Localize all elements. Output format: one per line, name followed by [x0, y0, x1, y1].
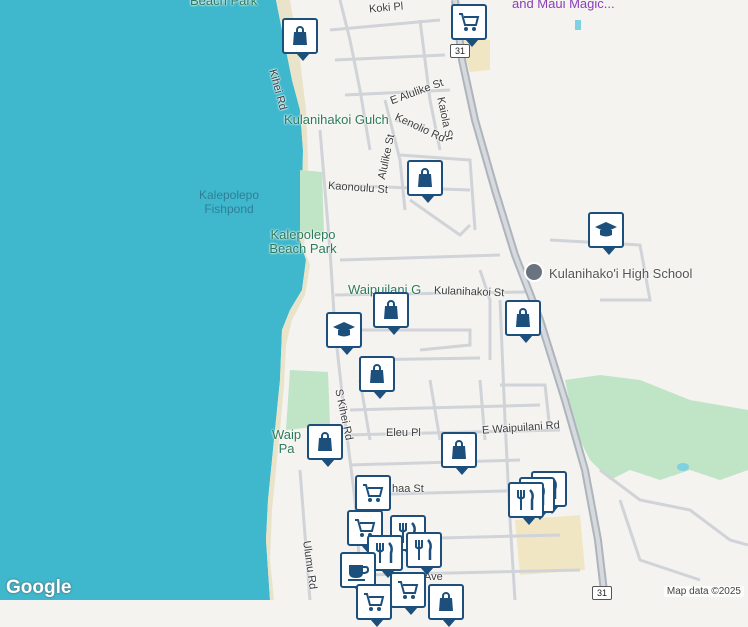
marker-shopping-bag[interactable]: [441, 432, 477, 475]
school-icon: [595, 222, 617, 237]
cafe-icon: [348, 565, 370, 581]
marker-school[interactable]: [588, 212, 624, 255]
marker-school[interactable]: [326, 312, 362, 355]
label-kulanihakoi-st: Kulanihakoi St: [433, 284, 505, 300]
label-beach-park-top: Beach Park: [190, 0, 258, 8]
label-kulanihakoi-high-school[interactable]: Kulanihako'i High School: [549, 266, 692, 281]
marker-shopping-bag[interactable]: [428, 584, 464, 627]
marker-restaurant[interactable]: [508, 482, 544, 525]
marker-shopping-cart[interactable]: [390, 572, 426, 615]
shopping-bag-icon: [370, 364, 384, 383]
shopping-bag-icon: [418, 168, 432, 187]
google-logo: Google: [6, 577, 72, 598]
shopping-bag-icon: [516, 308, 530, 327]
shopping-cart-icon: [459, 13, 480, 31]
shopping-bag-icon: [318, 432, 332, 451]
label-haa-st: haa St: [392, 483, 424, 495]
shopping-cart-icon: [398, 581, 419, 599]
pond-north: [575, 20, 581, 30]
school-dot-icon[interactable]: [524, 262, 544, 282]
marker-shopping-bag[interactable]: [505, 300, 541, 343]
marker-cafe[interactable]: [340, 552, 376, 595]
shopping-cart-icon: [363, 484, 384, 502]
restaurant-icon: [517, 489, 534, 510]
marker-restaurant[interactable]: [406, 532, 442, 575]
shopping-bag-icon: [293, 26, 307, 45]
marker-shopping-bag[interactable]: [407, 160, 443, 203]
marker-shopping-bag[interactable]: [373, 292, 409, 335]
marker-shopping-bag[interactable]: [307, 424, 343, 467]
marker-shopping-bag[interactable]: [282, 18, 318, 61]
label-maui-magic[interactable]: and Maui Magic...: [512, 0, 615, 11]
shopping-cart-icon: [364, 593, 385, 611]
map-data-attribution[interactable]: Map data ©2025: [663, 586, 744, 597]
restaurant-icon: [376, 542, 393, 563]
shopping-bag-icon: [452, 440, 466, 459]
route-31-shield: 31: [592, 586, 612, 600]
shopping-bag-icon: [384, 300, 398, 319]
marker-shopping-bag[interactable]: [359, 356, 395, 399]
shopping-bag-icon: [439, 592, 453, 611]
pond: [677, 463, 689, 471]
label-waip-pa[interactable]: Waip Pa: [272, 428, 301, 456]
marker-shopping-cart[interactable]: [356, 584, 392, 627]
label-kalepolepo-beach-park[interactable]: Kalepolepo Beach Park: [262, 228, 344, 256]
label-kalepolepo-fishpond: Kalepolepo Fishpond: [198, 188, 260, 216]
school-icon: [333, 322, 355, 337]
park-waipuilani: [286, 370, 330, 430]
restaurant-icon: [415, 539, 432, 560]
marker-shopping-cart[interactable]: [355, 475, 391, 518]
ocean: [0, 0, 306, 600]
label-eleu-pl: Eleu Pl: [386, 427, 421, 439]
label-kulanihakoi-gulch: Kulanihakoi Gulch: [284, 112, 389, 127]
marker-shopping-cart[interactable]: [451, 4, 487, 47]
park-kalepolepo: [300, 170, 324, 235]
